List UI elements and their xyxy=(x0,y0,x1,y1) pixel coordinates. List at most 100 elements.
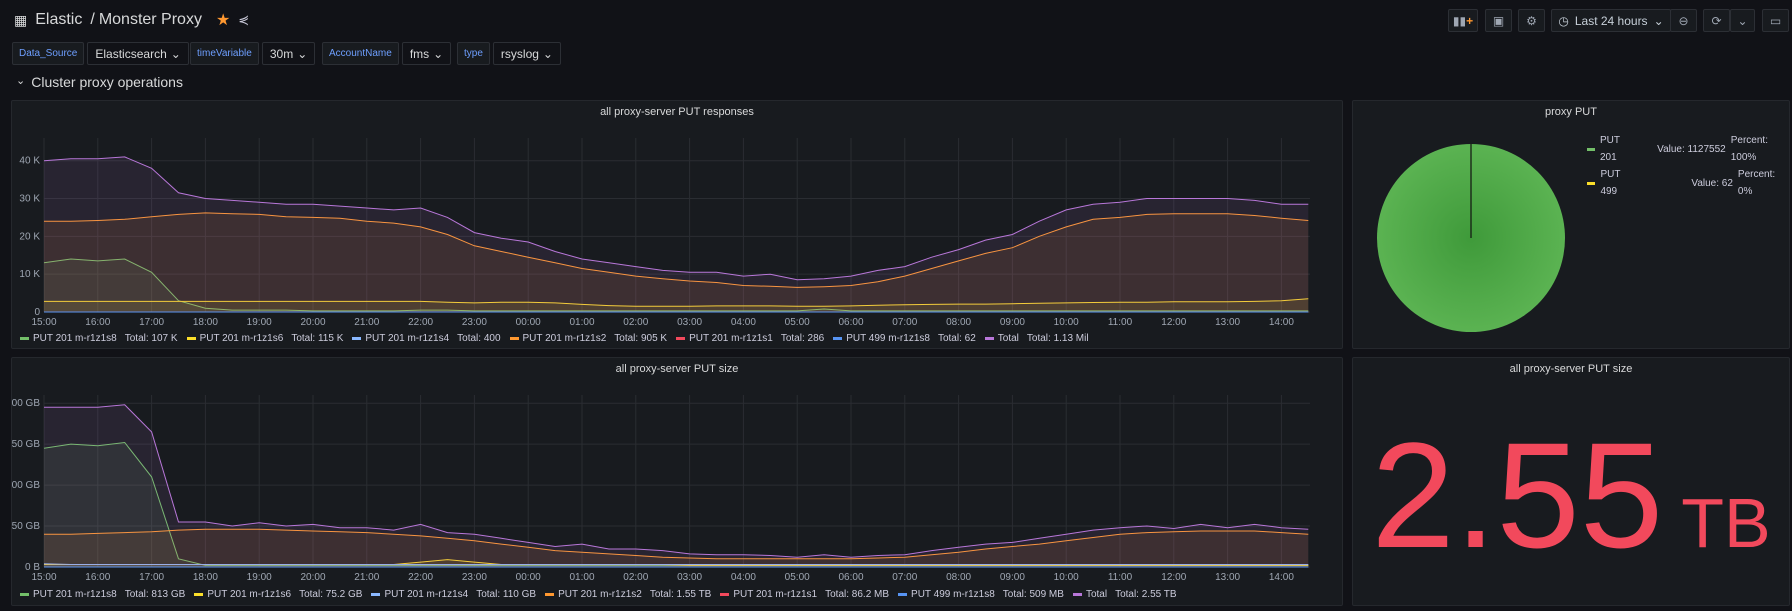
dashboard-title: ▦ Elastic / Monster Proxy ★ ⋞ xyxy=(14,10,249,30)
legend-swatch xyxy=(1072,593,1082,596)
x-tick-label: 06:00 xyxy=(838,572,863,583)
x-tick-label: 15:00 xyxy=(31,317,56,328)
legend-percent: Percent: 0% xyxy=(1737,169,1776,197)
chevron-down-icon: ⌄ xyxy=(297,46,308,61)
legend-item[interactable]: PUT 201 m-r1z1s1 Total: 86.2 MB xyxy=(720,589,889,600)
legend-series-name: PUT 201 m-r1z1s1 xyxy=(689,333,773,344)
time-picker-button[interactable]: ◷ Last 24 hours ⌄ xyxy=(1551,9,1671,32)
gear-icon: ⚙ xyxy=(1526,13,1537,28)
x-tick-label: 08:00 xyxy=(946,572,971,583)
breadcrumb-separator: / xyxy=(90,11,95,28)
refresh-button[interactable]: ⟳ xyxy=(1703,9,1730,32)
x-tick-label: 20:00 xyxy=(300,317,325,328)
variable-value: 30m xyxy=(269,46,294,61)
dashboards-grid-icon[interactable]: ▦ xyxy=(14,12,27,29)
legend-total: Total: 2.55 TB xyxy=(1115,589,1177,600)
variable-time: timeVariable 30m ⌄ xyxy=(190,42,316,65)
legend-item[interactable]: PUT 201 m-r1z1s6 Total: 115 K xyxy=(186,333,343,344)
legend-swatch xyxy=(20,337,29,340)
x-tick-label: 11:00 xyxy=(1108,317,1133,328)
legend-swatch xyxy=(720,593,730,596)
legend-item[interactable]: PUT 201 m-r1z1s2 Total: 905 K xyxy=(509,333,668,344)
legend-value: Value: 1127552 xyxy=(1657,143,1726,155)
x-tick-label: 21:00 xyxy=(354,572,379,583)
legend-item[interactable]: Total Total: 2.55 TB xyxy=(1072,589,1177,600)
variable-select[interactable]: fms ⌄ xyxy=(401,42,452,65)
legend-series-name: PUT 201 m-r1z1s8 xyxy=(33,589,117,600)
legend-item[interactable]: PUT 201 m-r1z1s4 Total: 110 GB xyxy=(371,589,536,600)
x-tick-label: 01:00 xyxy=(569,317,594,328)
row-header[interactable]: ⌄ Cluster proxy operations xyxy=(16,74,183,90)
legend-series-name: PUT 201 m-r1z1s6 xyxy=(199,333,284,344)
variable-value: rsyslog xyxy=(500,46,539,61)
legend-total: Total: 905 K xyxy=(614,333,668,344)
panel-title[interactable]: proxy PUT xyxy=(1353,106,1789,118)
panel-title[interactable]: all proxy-server PUT size xyxy=(12,363,1342,375)
settings-button[interactable]: ⚙ xyxy=(1518,9,1545,32)
variable-account: AccountName fms ⌄ xyxy=(322,42,452,65)
star-icon[interactable]: ★ xyxy=(216,10,230,30)
legend-total: Total: 62 xyxy=(937,333,976,344)
legend-series-name: PUT 201 m-r1z1s8 xyxy=(33,333,117,344)
panel-title[interactable]: all proxy-server PUT responses xyxy=(12,106,1342,118)
variable-select[interactable]: 30m ⌄ xyxy=(261,42,316,65)
x-tick-label: 11:00 xyxy=(1108,572,1133,583)
legend-item[interactable]: PUT 201 m-r1z1s4 Total: 400 xyxy=(352,333,501,344)
legend-swatch xyxy=(676,337,686,340)
legend-swatch xyxy=(984,337,994,340)
add-panel-button[interactable]: ▮▮+ xyxy=(1448,9,1478,32)
panel-title[interactable]: all proxy-server PUT size xyxy=(1353,363,1789,375)
time-range-label: Last 24 hours xyxy=(1574,13,1648,28)
refresh-interval-button[interactable]: ⌄ xyxy=(1730,9,1755,32)
x-tick-label: 03:00 xyxy=(677,572,702,583)
chart-legend: PUT 201 m-r1z1s8 Total: 107 K PUT 201 m-r1… xyxy=(20,333,1089,344)
legend-item[interactable]: PUT 201 m-r1z1s8 Total: 813 GB xyxy=(20,589,185,600)
legend-series-name: Total xyxy=(997,333,1019,344)
panel-put-responses: all proxy-server PUT responses 0 10 K 20 K… xyxy=(11,100,1343,349)
save-icon: ▣ xyxy=(1492,13,1505,28)
chevron-down-icon: ⌄ xyxy=(433,46,444,61)
zoom-out-icon: ⊖ xyxy=(1678,13,1689,28)
variable-select[interactable]: rsyslog ⌄ xyxy=(492,42,561,65)
variable-value: fms xyxy=(409,46,430,61)
zoom-out-button[interactable]: ⊖ xyxy=(1670,9,1697,32)
legend-series-name: PUT 499 m-r1z1s8 xyxy=(846,333,930,344)
x-tick-label: 14:00 xyxy=(1269,317,1294,328)
chevron-down-icon: ⌄ xyxy=(1653,13,1664,28)
variable-type: type rsyslog ⌄ xyxy=(457,42,561,65)
y-tick-label: 150 GB xyxy=(12,439,40,450)
legend-swatch xyxy=(352,337,362,340)
x-tick-label: 00:00 xyxy=(516,572,541,583)
x-tick-label: 23:00 xyxy=(462,572,487,583)
legend-swatch xyxy=(194,593,204,596)
legend-swatch xyxy=(509,337,519,340)
breadcrumb-folder[interactable]: Elastic xyxy=(35,11,82,29)
chevron-down-icon: ⌄ xyxy=(170,46,181,61)
pie-legend-item[interactable]: PUT 201 Value: 1127552 Percent: 100% xyxy=(1587,132,1789,166)
legend-item[interactable]: PUT 499 m-r1z1s8 Total: 509 MB xyxy=(898,589,1064,600)
legend-item[interactable]: PUT 201 m-r1z1s2 Total: 1.55 TB xyxy=(545,589,711,600)
save-dashboard-button[interactable]: ▣ xyxy=(1485,9,1512,32)
legend-item[interactable]: PUT 201 m-r1z1s1 Total: 286 xyxy=(676,333,824,344)
y-tick-label: 20 K xyxy=(19,231,40,242)
variable-select[interactable]: Elasticsearch ⌄ xyxy=(87,42,189,65)
chevron-down-icon: ⌄ xyxy=(16,75,26,87)
x-tick-label: 02:00 xyxy=(623,572,648,583)
monitor-icon: ▭ xyxy=(1769,13,1782,28)
pie-legend: PUT 201 Value: 1127552 Percent: 100% PUT 4… xyxy=(1587,132,1789,200)
breadcrumb-dashboard[interactable]: Monster Proxy xyxy=(99,11,202,29)
legend-name: PUT 201 xyxy=(1599,135,1620,163)
pie-legend-item[interactable]: PUT 499 Value: 62 Percent: 0% xyxy=(1587,166,1789,200)
tv-mode-button[interactable]: ▭ xyxy=(1762,9,1789,32)
legend-total: Total: 509 MB xyxy=(1002,589,1064,600)
legend-item[interactable]: PUT 499 m-r1z1s8 Total: 62 xyxy=(833,333,976,344)
legend-total: Total: 110 GB xyxy=(476,589,537,600)
legend-item[interactable]: PUT 201 m-r1z1s8 Total: 107 K xyxy=(20,333,178,344)
chart-legend: PUT 201 m-r1z1s8 Total: 813 GB PUT 201 m-r… xyxy=(20,589,1177,600)
panel-put-size: all proxy-server PUT size 0 B50 GB100 GB… xyxy=(6,357,1343,606)
share-icon[interactable]: ⋞ xyxy=(238,12,249,28)
legend-item[interactable]: PUT 201 m-r1z1s6 Total: 75.2 GB xyxy=(194,589,362,600)
legend-name: PUT 499 xyxy=(1600,169,1621,197)
legend-item[interactable]: Total Total: 1.13 Mil xyxy=(984,333,1089,344)
chevron-down-icon: ⌄ xyxy=(542,46,553,61)
